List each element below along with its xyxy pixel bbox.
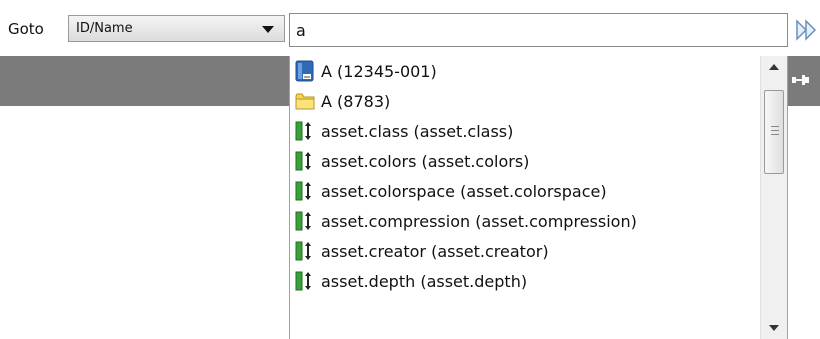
result-item-label: asset.depth (asset.depth) [321, 271, 528, 291]
result-item[interactable]: asset.depth (asset.depth) [290, 266, 762, 296]
field-icon [295, 270, 315, 292]
result-item[interactable]: asset.class (asset.class) [290, 116, 762, 146]
field-icon [295, 210, 315, 232]
search-input[interactable] [289, 13, 788, 47]
result-item-label: A (12345-001) [321, 61, 437, 81]
pin-icon[interactable] [790, 71, 812, 89]
result-item-label: A (8783) [321, 91, 391, 111]
result-item-label: asset.compression (asset.compression) [321, 211, 637, 231]
blue-document-icon [295, 60, 315, 82]
scroll-down-arrow-icon[interactable] [761, 317, 787, 337]
field-icon [295, 120, 315, 142]
result-item[interactable]: asset.compression (asset.compression) [290, 206, 762, 236]
go-forward-icon[interactable] [794, 17, 820, 43]
result-item[interactable]: asset.colorspace (asset.colorspace) [290, 176, 762, 206]
result-item-label: asset.class (asset.class) [321, 121, 514, 141]
result-item[interactable]: A (8783) [290, 86, 762, 116]
field-icon [295, 240, 315, 262]
result-item[interactable]: asset.creator (asset.creator) [290, 236, 762, 266]
result-list: A (12345-001) A (8783) asset.class (asset.… [290, 56, 762, 296]
result-item-label: asset.colors (asset.colors) [321, 151, 530, 171]
field-icon [295, 150, 315, 172]
scrollbar[interactable] [760, 56, 787, 339]
autocomplete-dropdown: A (12345-001) A (8783) asset.class (asset.… [289, 56, 788, 339]
scroll-up-arrow-icon[interactable] [761, 58, 787, 78]
result-item-label: asset.creator (asset.creator) [321, 241, 549, 261]
field-icon [295, 180, 315, 202]
search-type-value: ID/Name [76, 21, 133, 36]
scrollbar-thumb[interactable] [764, 90, 784, 174]
result-item-label: asset.colorspace (asset.colorspace) [321, 181, 607, 201]
chevron-down-icon [262, 26, 274, 33]
result-item[interactable]: asset.colors (asset.colors) [290, 146, 762, 176]
folder-icon [295, 90, 315, 112]
search-type-dropdown[interactable]: ID/Name [68, 15, 285, 42]
goto-label: Goto [8, 20, 44, 38]
result-item[interactable]: A (12345-001) [290, 56, 762, 86]
